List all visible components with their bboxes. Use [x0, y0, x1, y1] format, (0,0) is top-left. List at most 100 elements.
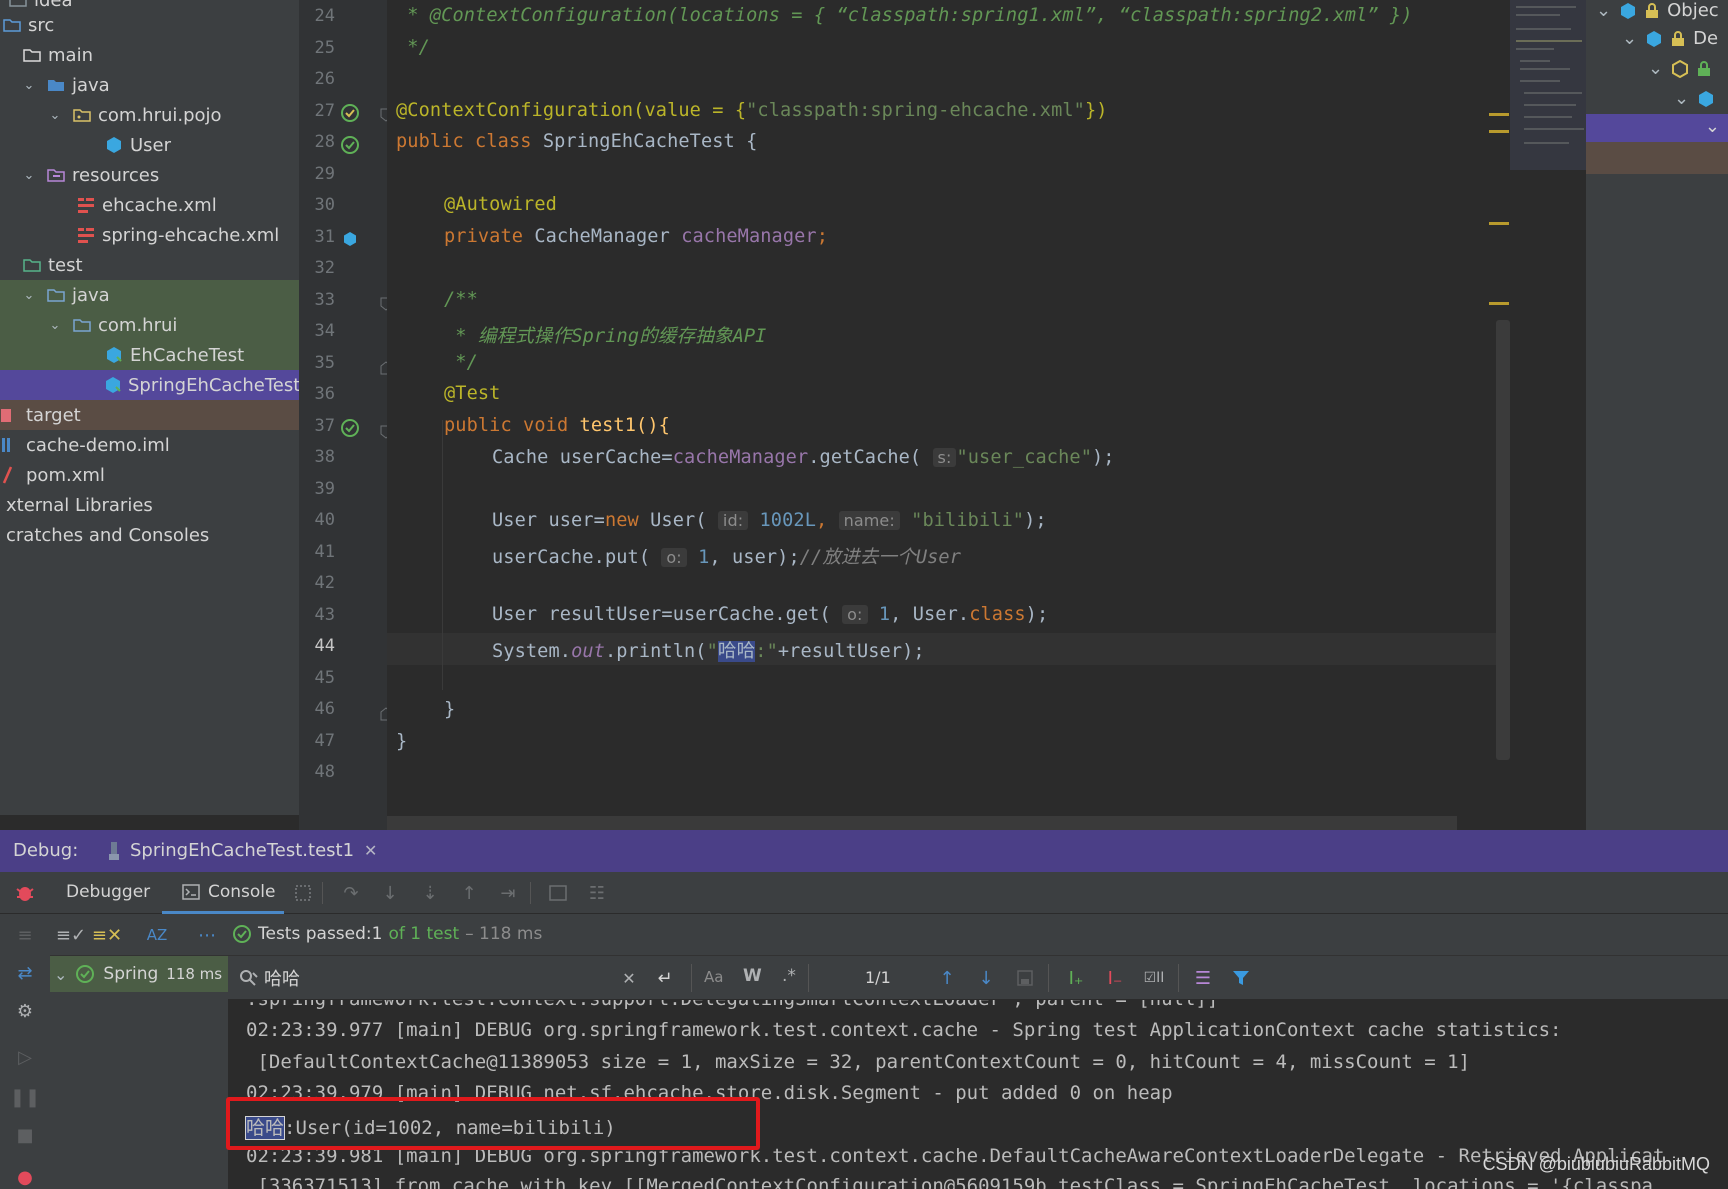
- bean-injection-icon[interactable]: [340, 229, 360, 249]
- tree-item-pom[interactable]: pom.xml: [0, 460, 299, 490]
- tree-item-src[interactable]: src: [0, 10, 299, 40]
- add-occurrence-icon[interactable]: I₊: [1063, 965, 1089, 991]
- new-line-icon[interactable]: ↵: [652, 965, 678, 991]
- tree-item-resources[interactable]: ⌄ resources: [0, 160, 299, 190]
- close-tab-icon[interactable]: ✕: [364, 841, 377, 860]
- line-number[interactable]: 43: [295, 605, 335, 625]
- debug-session-tab[interactable]: SpringEhCacheTest.test1 ✕: [108, 840, 377, 861]
- code-minimap[interactable]: [1510, 0, 1586, 170]
- step-over-icon[interactable]: ↷: [338, 880, 364, 906]
- chevron-down-icon[interactable]: ⌄: [48, 108, 62, 123]
- filter-search-icon[interactable]: [1012, 965, 1038, 991]
- line-number[interactable]: 25: [295, 38, 335, 58]
- tree-item-java-main[interactable]: ⌄ java: [0, 70, 299, 100]
- tree-item-java-test[interactable]: ⌄ java: [0, 280, 299, 310]
- line-number[interactable]: 39: [295, 479, 335, 499]
- chevron-down-icon[interactable]: ⌄: [1596, 0, 1611, 21]
- line-number[interactable]: 28: [295, 132, 335, 152]
- line-number[interactable]: 38: [295, 447, 335, 467]
- chevron-down-icon[interactable]: ⌄: [1648, 58, 1663, 79]
- chevron-down-icon[interactable]: ⌄: [1622, 28, 1637, 49]
- tree-item-package-hrui[interactable]: ⌄ com.hrui: [0, 310, 299, 340]
- search-input[interactable]: [264, 963, 594, 993]
- debug-bug-icon[interactable]: [12, 880, 38, 906]
- line-number[interactable]: 29: [295, 164, 335, 184]
- tree-item-main[interactable]: main: [0, 40, 299, 70]
- line-number[interactable]: 41: [295, 542, 335, 562]
- line-number[interactable]: 36: [295, 384, 335, 404]
- warning-stripe[interactable]: [1489, 222, 1509, 225]
- line-number[interactable]: 35: [295, 353, 335, 373]
- line-number[interactable]: 26: [295, 69, 335, 89]
- test-passed-icon[interactable]: [340, 135, 360, 155]
- tree-item-iml[interactable]: cache-demo.iml: [0, 430, 299, 460]
- clear-search-icon[interactable]: ✕: [616, 965, 642, 991]
- rerun-failed-icon[interactable]: ≡: [12, 922, 38, 948]
- line-number[interactable]: 44: [295, 636, 335, 656]
- tree-item-ehcache-xml[interactable]: ehcache.xml: [0, 190, 299, 220]
- resume-icon[interactable]: ▷: [12, 1044, 38, 1070]
- tree-item-ehcachetest[interactable]: EhCacheTest: [0, 340, 299, 370]
- breakpoints-icon[interactable]: ●: [12, 1164, 38, 1189]
- line-number[interactable]: 24: [295, 6, 335, 26]
- horizontal-scrollbar[interactable]: [387, 816, 1457, 830]
- structure-item-object[interactable]: ⌄ Objec: [1596, 0, 1719, 21]
- line-number[interactable]: 37: [295, 416, 335, 436]
- run-test-class-icon[interactable]: [340, 103, 360, 123]
- chevron-down-icon[interactable]: ⌄: [48, 318, 62, 333]
- test-tree-item-spring[interactable]: ⌄ Spring 118 ms: [50, 956, 228, 992]
- regex-toggle[interactable]: .*: [782, 966, 796, 986]
- structure-selected-row[interactable]: ⌄: [1586, 114, 1728, 142]
- structure-item-class[interactable]: ⌄: [1674, 88, 1715, 109]
- run-to-cursor-icon[interactable]: ⇥: [495, 880, 521, 906]
- chevron-down-icon[interactable]: ⌄: [54, 965, 67, 984]
- line-number[interactable]: 27: [295, 101, 335, 121]
- chevron-down-icon[interactable]: ⌄: [22, 168, 36, 183]
- chevron-down-icon[interactable]: ⌄: [1705, 116, 1720, 137]
- warning-stripe[interactable]: [1489, 113, 1509, 116]
- step-out-icon[interactable]: ↑: [456, 880, 482, 906]
- line-number[interactable]: 31: [295, 227, 335, 247]
- run-test-method-icon[interactable]: [340, 418, 360, 438]
- settings-gear-icon[interactable]: ⚙: [12, 998, 38, 1024]
- step-into-icon[interactable]: ↓: [377, 880, 403, 906]
- sort-alphabetically-icon[interactable]: AZ: [144, 922, 170, 948]
- structure-row[interactable]: [1586, 142, 1728, 174]
- line-number[interactable]: 47: [295, 731, 335, 751]
- tree-item-target[interactable]: target: [0, 400, 299, 430]
- match-case-toggle[interactable]: Aa: [704, 968, 723, 986]
- chevron-down-icon[interactable]: ⌄: [1674, 88, 1689, 109]
- show-passed-icon[interactable]: ≡✓: [56, 922, 86, 948]
- tree-item-package-pojo[interactable]: ⌄ com.hrui.pojo: [0, 100, 299, 130]
- line-number[interactable]: 30: [295, 195, 335, 215]
- structure-item-package[interactable]: ⌄: [1648, 58, 1711, 79]
- tree-item-spring-ehcache-xml[interactable]: spring-ehcache.xml: [0, 220, 299, 250]
- tree-item-test[interactable]: test: [0, 250, 299, 280]
- line-number[interactable]: 33: [295, 290, 335, 310]
- previous-match-icon[interactable]: ↑: [934, 965, 960, 991]
- line-number[interactable]: 46: [295, 699, 335, 719]
- pause-icon[interactable]: ❚❚: [10, 1084, 40, 1110]
- line-number[interactable]: 34: [295, 321, 335, 341]
- line-number[interactable]: 45: [295, 668, 335, 688]
- line-number[interactable]: 42: [295, 573, 335, 593]
- tree-item-scratches[interactable]: cratches and Consoles: [0, 520, 299, 550]
- next-match-icon[interactable]: ↓: [973, 965, 999, 991]
- layout-icon[interactable]: [290, 880, 316, 906]
- tree-item-user[interactable]: User: [0, 130, 299, 160]
- more-options-icon[interactable]: ⋯: [194, 922, 220, 948]
- show-ignored-icon[interactable]: ≡✕: [92, 922, 122, 948]
- sync-icon[interactable]: ⇄: [12, 960, 38, 986]
- chevron-down-icon[interactable]: ⌄: [22, 288, 36, 303]
- code-editor[interactable]: * @ContextConfiguration(locations = { “c…: [387, 0, 1506, 830]
- tree-item-springehcachetest[interactable]: SpringEhCacheTest: [0, 370, 299, 400]
- tree-item-external-libraries[interactable]: xternal Libraries: [0, 490, 299, 520]
- chevron-down-icon[interactable]: ⌄: [22, 78, 36, 93]
- line-number[interactable]: 40: [295, 510, 335, 530]
- force-step-into-icon[interactable]: ⇣: [417, 880, 443, 906]
- select-all-occurrences-icon[interactable]: ☑II: [1141, 965, 1167, 991]
- remove-occurrence-icon[interactable]: I₋: [1102, 965, 1128, 991]
- line-number[interactable]: 32: [295, 258, 335, 278]
- line-number[interactable]: 48: [295, 762, 335, 782]
- filter-icon[interactable]: [1228, 965, 1254, 991]
